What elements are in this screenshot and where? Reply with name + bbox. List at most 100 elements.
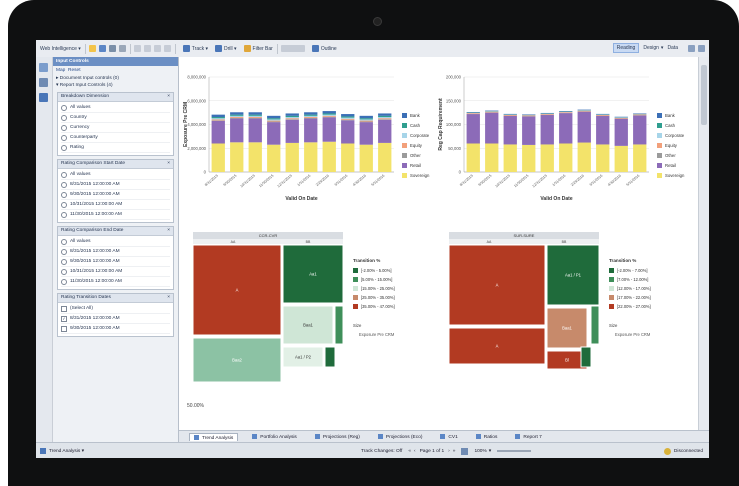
- bar-segment[interactable]: [211, 120, 225, 121]
- checkbox-icon[interactable]: [61, 305, 67, 312]
- bar-segment[interactable]: [378, 115, 392, 118]
- checkbox-icon[interactable]: ✓: [61, 315, 67, 322]
- report-tab[interactable]: Ratios: [472, 433, 502, 441]
- bar-segment[interactable]: [341, 118, 355, 120]
- radio-option[interactable]: Counterparty: [61, 133, 170, 143]
- bar-segment[interactable]: [559, 113, 573, 144]
- scroll-thumb[interactable]: [701, 65, 707, 125]
- radio-icon[interactable]: [61, 201, 67, 208]
- bar-segment[interactable]: [614, 145, 628, 172]
- zoom-slider[interactable]: [497, 450, 532, 452]
- bar-segment[interactable]: [285, 115, 299, 118]
- bar-segment[interactable]: [378, 142, 392, 172]
- bar-segment[interactable]: [378, 119, 392, 143]
- bar-segment[interactable]: [341, 119, 355, 121]
- bar-segment[interactable]: [341, 116, 355, 118]
- data-mode-button[interactable]: Data: [667, 45, 678, 51]
- map-link[interactable]: Map: [56, 68, 65, 73]
- drill-button[interactable]: Drill ▾: [212, 45, 237, 52]
- track-button[interactable]: Track ▾: [180, 45, 208, 52]
- bar-segment[interactable]: [304, 142, 318, 172]
- first-page-icon[interactable]: «: [408, 449, 411, 454]
- radio-option[interactable]: 8/31/2015 12:00:00 AM: [61, 180, 170, 190]
- radio-icon[interactable]: [61, 171, 67, 178]
- bar-segment[interactable]: [248, 115, 262, 118]
- bar-segment[interactable]: [304, 118, 318, 143]
- treemap-cell[interactable]: [590, 305, 600, 345]
- checkbox-option[interactable]: (Select All): [61, 304, 170, 314]
- help-icon[interactable]: [698, 44, 705, 52]
- close-icon[interactable]: ×: [167, 227, 170, 235]
- bar-segment[interactable]: [248, 142, 262, 172]
- bar-segment[interactable]: [614, 117, 628, 119]
- radio-option[interactable]: All values: [61, 170, 170, 180]
- bar-segment[interactable]: [248, 117, 262, 118]
- bar-segment[interactable]: [322, 114, 336, 116]
- radio-option[interactable]: Country: [61, 113, 170, 123]
- bar-segment[interactable]: [503, 115, 517, 116]
- bar-segment[interactable]: [285, 113, 299, 116]
- bar-segment[interactable]: [304, 114, 318, 116]
- redo-icon[interactable]: [143, 45, 151, 52]
- bar-segment[interactable]: [267, 120, 281, 122]
- bar-segment[interactable]: [341, 114, 355, 117]
- radio-icon[interactable]: [61, 104, 67, 111]
- prev-page-icon[interactable]: ‹: [414, 449, 416, 454]
- bar-segment[interactable]: [322, 116, 336, 118]
- input-controls-icon[interactable]: [39, 93, 48, 102]
- bar-segment[interactable]: [211, 120, 225, 144]
- bar-segment[interactable]: [359, 122, 373, 145]
- report-tab[interactable]: Portfolio Analysis: [248, 433, 301, 441]
- bar-segment[interactable]: [633, 115, 647, 145]
- radio-option[interactable]: All values: [61, 103, 170, 113]
- checkbox-icon[interactable]: [61, 325, 67, 332]
- report-tab[interactable]: Projections (Eco): [374, 433, 427, 441]
- bar-segment[interactable]: [503, 144, 517, 172]
- bar-segment[interactable]: [341, 143, 355, 173]
- bar-segment[interactable]: [322, 141, 336, 172]
- bar-segment[interactable]: [577, 111, 591, 143]
- checkbox-option[interactable]: 9/30/2015 12:00:00 AM: [61, 324, 170, 334]
- bar-segment[interactable]: [211, 143, 225, 173]
- checkbox-option[interactable]: ✓ 8/31/2015 12:00:00 AM: [61, 314, 170, 324]
- print-icon[interactable]: [108, 45, 116, 52]
- app-menu[interactable]: Web Intelligence ▾: [40, 46, 81, 52]
- available-objects-icon[interactable]: [39, 78, 48, 87]
- radio-option[interactable]: Rating: [61, 143, 170, 153]
- bar-segment[interactable]: [211, 119, 225, 121]
- copy-icon[interactable]: [153, 45, 161, 52]
- reset-link[interactable]: Reset: [68, 68, 81, 73]
- bar-segment[interactable]: [211, 117, 225, 119]
- radio-icon[interactable]: [61, 238, 67, 245]
- bar-segment[interactable]: [248, 112, 262, 115]
- bar-segment[interactable]: [596, 115, 610, 116]
- bar-segment[interactable]: [359, 119, 373, 121]
- bar-segment[interactable]: [285, 119, 299, 143]
- radio-icon[interactable]: [61, 211, 67, 218]
- radio-icon[interactable]: [61, 144, 67, 151]
- radio-icon[interactable]: [61, 124, 67, 131]
- bar-segment[interactable]: [267, 144, 281, 172]
- radio-icon[interactable]: [61, 191, 67, 198]
- bar-segment[interactable]: [359, 121, 373, 123]
- bar-segment[interactable]: [540, 115, 554, 145]
- bar-segment[interactable]: [359, 120, 373, 122]
- bar-segment[interactable]: [577, 110, 591, 112]
- page-indicator[interactable]: Page 1 of 1: [420, 449, 445, 454]
- bar-segment[interactable]: [304, 117, 318, 118]
- bar-segment[interactable]: [466, 113, 480, 114]
- radio-option[interactable]: All values: [61, 237, 170, 247]
- close-icon[interactable]: ×: [167, 294, 170, 302]
- bar-segment[interactable]: [540, 144, 554, 172]
- bar-segment[interactable]: [230, 142, 244, 172]
- design-mode-button[interactable]: Design: [643, 45, 659, 51]
- bar-segment[interactable]: [522, 115, 536, 117]
- bar-segment[interactable]: [522, 144, 536, 172]
- report-tab[interactable]: Report 7: [511, 433, 545, 441]
- bar-segment[interactable]: [267, 115, 281, 119]
- bar-segment[interactable]: [322, 113, 336, 115]
- bar-segment[interactable]: [614, 118, 628, 146]
- undo-icon[interactable]: [133, 45, 141, 52]
- bar-segment[interactable]: [378, 117, 392, 119]
- bar-segment[interactable]: [359, 118, 373, 120]
